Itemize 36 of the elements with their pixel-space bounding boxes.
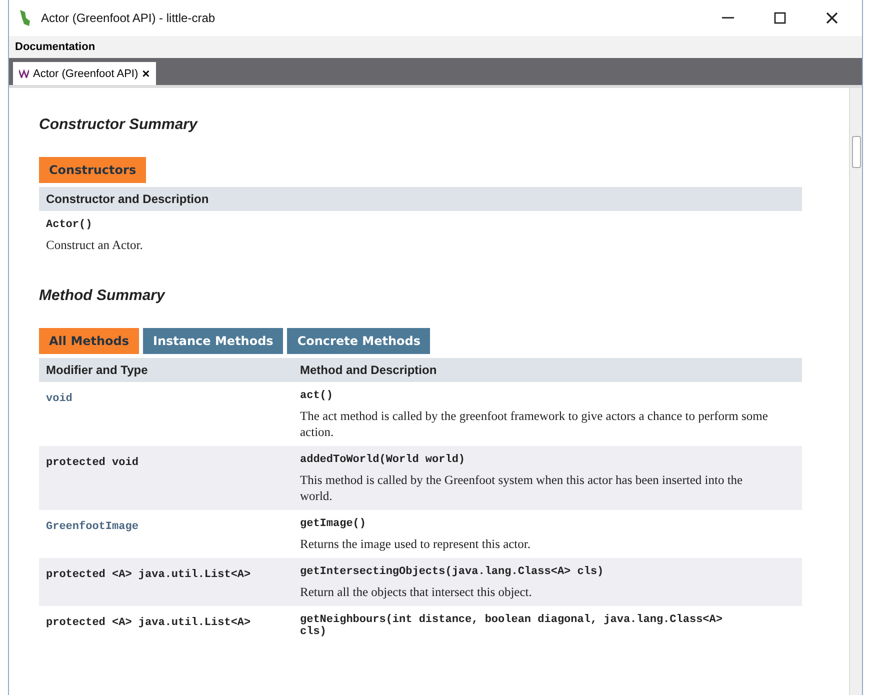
- app-icon: [17, 9, 33, 27]
- scroll-thumb[interactable]: [852, 136, 861, 168]
- maximize-icon: [774, 12, 786, 24]
- method-signature: getIntersectingObjects(java.lang.Class<A> cls): [300, 566, 605, 578]
- column-header: Method and Description: [293, 358, 802, 382]
- method-signature: addedToWorld(World world): [300, 454, 466, 466]
- minimize-icon: [722, 17, 734, 19]
- method-signature: getNeighbours(int distance, boolean diagonal, java.lang.Class<A> cls): [300, 614, 724, 638]
- modifier-text: protected void: [46, 457, 138, 469]
- type-link[interactable]: GreenfootImage: [46, 521, 138, 533]
- window-title: Actor (Greenfoot API) - little-crab: [41, 11, 216, 25]
- column-header: Constructor and Description: [39, 187, 802, 211]
- summary-tab[interactable]: Instance Methods: [143, 328, 284, 354]
- modifier-text: protected <A> java.util.List<A>: [46, 569, 251, 581]
- method-signature: Actor(): [46, 219, 94, 231]
- method-signature: getImage(): [300, 518, 368, 530]
- menu-item[interactable]: Documentation: [15, 41, 96, 53]
- method-signature: act(): [300, 390, 334, 402]
- method-description: Returns the image used to represent this actor.: [300, 536, 532, 552]
- method-description: Return all the objects that intersect this object.: [300, 584, 533, 600]
- scrollbar[interactable]: [849, 88, 862, 695]
- type-link[interactable]: void: [46, 393, 72, 405]
- method-description: The act method is called by the greenfoot framework to give actors a chance to perform some action.: [300, 408, 769, 440]
- modifier-text: protected <A> java.util.List<A>: [46, 617, 251, 629]
- summary-tab[interactable]: Concrete Methods: [287, 328, 430, 354]
- section-heading: Constructor Summary: [39, 116, 199, 133]
- close-tab-button[interactable]: ×: [142, 66, 150, 81]
- summary-tab[interactable]: Constructors: [39, 157, 146, 183]
- close-icon: [826, 12, 838, 24]
- wiki-icon: [19, 69, 29, 78]
- method-description: Construct an Actor.: [46, 237, 144, 253]
- summary-tab[interactable]: All Methods: [39, 328, 140, 354]
- column-header: Modifier and Type: [39, 358, 293, 382]
- document-tab[interactable]: Actor (Greenfoot API) ×: [13, 62, 156, 85]
- section-heading: Method Summary: [39, 287, 166, 304]
- method-description: This method is called by the Greenfoot system when this actor has been inserted into the world.: [300, 472, 744, 504]
